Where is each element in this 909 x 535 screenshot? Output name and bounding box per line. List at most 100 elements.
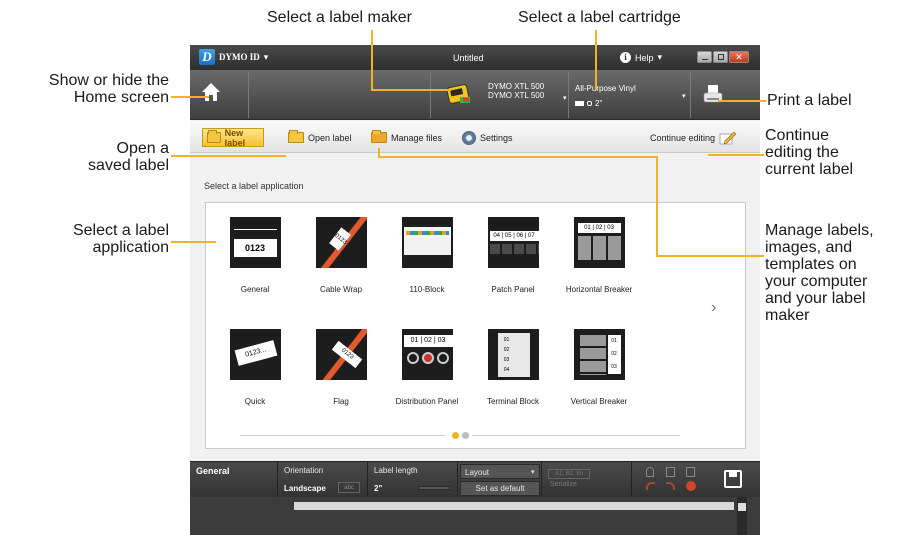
leader-line-open	[171, 155, 286, 157]
open-label-button[interactable]: Open label	[284, 128, 356, 147]
manage-files-icon	[371, 130, 387, 143]
settings-text: Settings	[480, 132, 513, 143]
thumb-label: 01 | 02 | 03	[403, 335, 453, 347]
leader-line-manage	[656, 255, 764, 257]
label-maker-icon[interactable]	[446, 83, 472, 105]
layout-caret-icon: ▾	[531, 469, 535, 476]
help-menu[interactable]: i Help ▾	[620, 52, 662, 63]
label-maker-selector[interactable]: DYMO XTL 500 DYMO XTL 500	[488, 82, 544, 100]
select-application-heading: Select a label application	[204, 181, 304, 191]
callout-show-home-line2: Home screen	[73, 89, 169, 106]
thumb-term-3: 03	[503, 357, 510, 363]
paste-icon[interactable]	[686, 467, 695, 477]
help-label: Help	[635, 52, 654, 63]
save-button[interactable]	[724, 470, 742, 488]
continue-editing-button[interactable]: Continue editing	[650, 128, 737, 147]
application-tile[interactable]: 0123 Cable Wrap	[296, 217, 386, 294]
application-tile[interactable]: 0123 General	[210, 217, 300, 294]
thumb-vlabels: 01 02 03	[607, 335, 621, 374]
label-length-value[interactable]: 2"	[374, 484, 382, 493]
set-as-default-button[interactable]: Set as default	[460, 481, 540, 496]
label-length-slider[interactable]	[418, 486, 450, 490]
thumb-term-1: 01	[503, 337, 510, 343]
pager-dot-active[interactable]	[452, 432, 459, 439]
save-icon	[729, 472, 737, 477]
application-tile[interactable]: 04 | 05 | 06 | 07 Patch Panel	[468, 217, 558, 294]
application-name: Vertical Breaker	[570, 397, 628, 406]
thumb-vb-2: 02	[611, 351, 617, 357]
thumb-block-bands	[405, 231, 449, 235]
application-tile[interactable]: 110-Block	[382, 217, 472, 294]
home-screen: Select a label application 0123 General 01…	[190, 154, 760, 461]
label-maker-caret-icon[interactable]: ▾	[563, 94, 567, 102]
properties-title: General	[196, 466, 230, 476]
copy-icon[interactable]	[666, 467, 675, 477]
title-bar: D DYMO ID ▾ Untitled i Help ▾ ✕	[190, 45, 760, 70]
horizontal-breaker-icon: 01 | 02 | 03	[573, 217, 625, 268]
toolbar-separator	[430, 72, 431, 118]
thumb-label: 0123	[328, 227, 351, 251]
patch-panel-icon: 04 | 05 | 06 | 07	[487, 217, 539, 268]
app-menu-caret-icon: ▾	[263, 51, 269, 62]
application-name: Quick	[244, 397, 266, 406]
home-button[interactable]	[200, 81, 222, 103]
serialize-preview: A1, B2, 8n	[548, 469, 590, 479]
application-name: Cable Wrap	[319, 285, 363, 294]
application-tile[interactable]: 0123... Quick	[210, 329, 300, 406]
minimize-button[interactable]	[697, 51, 712, 63]
home-icon	[202, 83, 220, 101]
leader-line-home	[171, 96, 209, 98]
vertical-breaker-icon: 01 02 03	[573, 329, 625, 380]
general-label-icon: 0123	[229, 217, 281, 268]
orientation-cell: Orientation Landscape abc	[278, 462, 368, 498]
scroll-up-arrow-icon[interactable]	[738, 503, 746, 511]
application-tile[interactable]: 0123 Flag	[296, 329, 386, 406]
new-label-button[interactable]: New label	[202, 128, 264, 148]
callout-continue-line3: current label	[765, 161, 854, 178]
vertical-scrollbar[interactable]	[737, 497, 747, 535]
application-name: Terminal Block	[486, 397, 539, 406]
terminal-block-icon: 01 02 03 04	[487, 329, 539, 380]
thumb-term-4: 04	[503, 367, 510, 373]
cartridge-caret-icon[interactable]: ▾	[682, 92, 686, 100]
next-page-arrow-icon[interactable]: ›	[711, 299, 716, 317]
callout-open-saved: Open a saved label	[14, 140, 169, 174]
redo-icon[interactable]	[666, 482, 675, 490]
application-tile[interactable]: 01 | 02 | 03 Horizontal Breaker	[554, 217, 644, 294]
maximize-button[interactable]	[713, 51, 728, 63]
callout-manage-line6: maker	[765, 307, 810, 324]
cartridge-selector[interactable]: All-Purpose Vinyl 2"	[575, 83, 636, 109]
pager-dot[interactable]	[462, 432, 469, 439]
application-tile[interactable]: 01 02 03 Vertical Breaker	[554, 329, 644, 406]
undo-icon[interactable]	[646, 482, 655, 490]
orientation-value[interactable]: Landscape	[284, 484, 326, 493]
callout-continue-line2: editing the	[765, 144, 839, 161]
label-properties-bar: General Orientation Landscape abc Label …	[190, 461, 760, 498]
callout-manage: Manage labels, images, and templates on …	[765, 222, 874, 324]
leader-line-label-maker	[371, 30, 373, 91]
maximize-icon	[718, 54, 724, 60]
application-tile[interactable]: 01 02 03 04 Terminal Block	[468, 329, 558, 406]
cut-icon[interactable]	[646, 467, 654, 477]
delete-icon[interactable]	[686, 481, 696, 491]
serialize-button[interactable]: Serialize	[550, 481, 577, 488]
manage-files-button[interactable]: Manage files	[367, 128, 446, 147]
app-menu[interactable]: D DYMO ID ▾	[199, 49, 268, 65]
close-button[interactable]: ✕	[729, 51, 749, 63]
callout-select-label-maker: Select a label maker	[267, 9, 412, 26]
thumb-label: 0123	[233, 239, 277, 257]
thumb-terminal-labels: 01 02 03 04	[500, 335, 514, 375]
layout-dropdown[interactable]: Layout ▾	[460, 464, 540, 479]
properties-title-cell: General	[190, 462, 278, 498]
toolbar-separator	[248, 72, 249, 118]
callout-select-app-line1: Select a label	[72, 222, 169, 239]
application-tile[interactable]: 01 | 02 | 03 Distribution Panel	[382, 329, 472, 406]
settings-button[interactable]: Settings	[458, 128, 517, 147]
serialize-cell: A1, B2, 8n Serialize	[542, 462, 632, 498]
callout-open-saved-line2: saved label	[88, 157, 169, 174]
dymo-id-window: D DYMO ID ▾ Untitled i Help ▾ ✕ DYMO XTL…	[190, 45, 760, 535]
cartridge-name: All-Purpose Vinyl	[575, 84, 636, 93]
callout-select-app: Select a label application	[14, 222, 169, 256]
callout-select-cartridge: Select a label cartridge	[518, 9, 681, 26]
close-icon: ✕	[735, 52, 743, 62]
